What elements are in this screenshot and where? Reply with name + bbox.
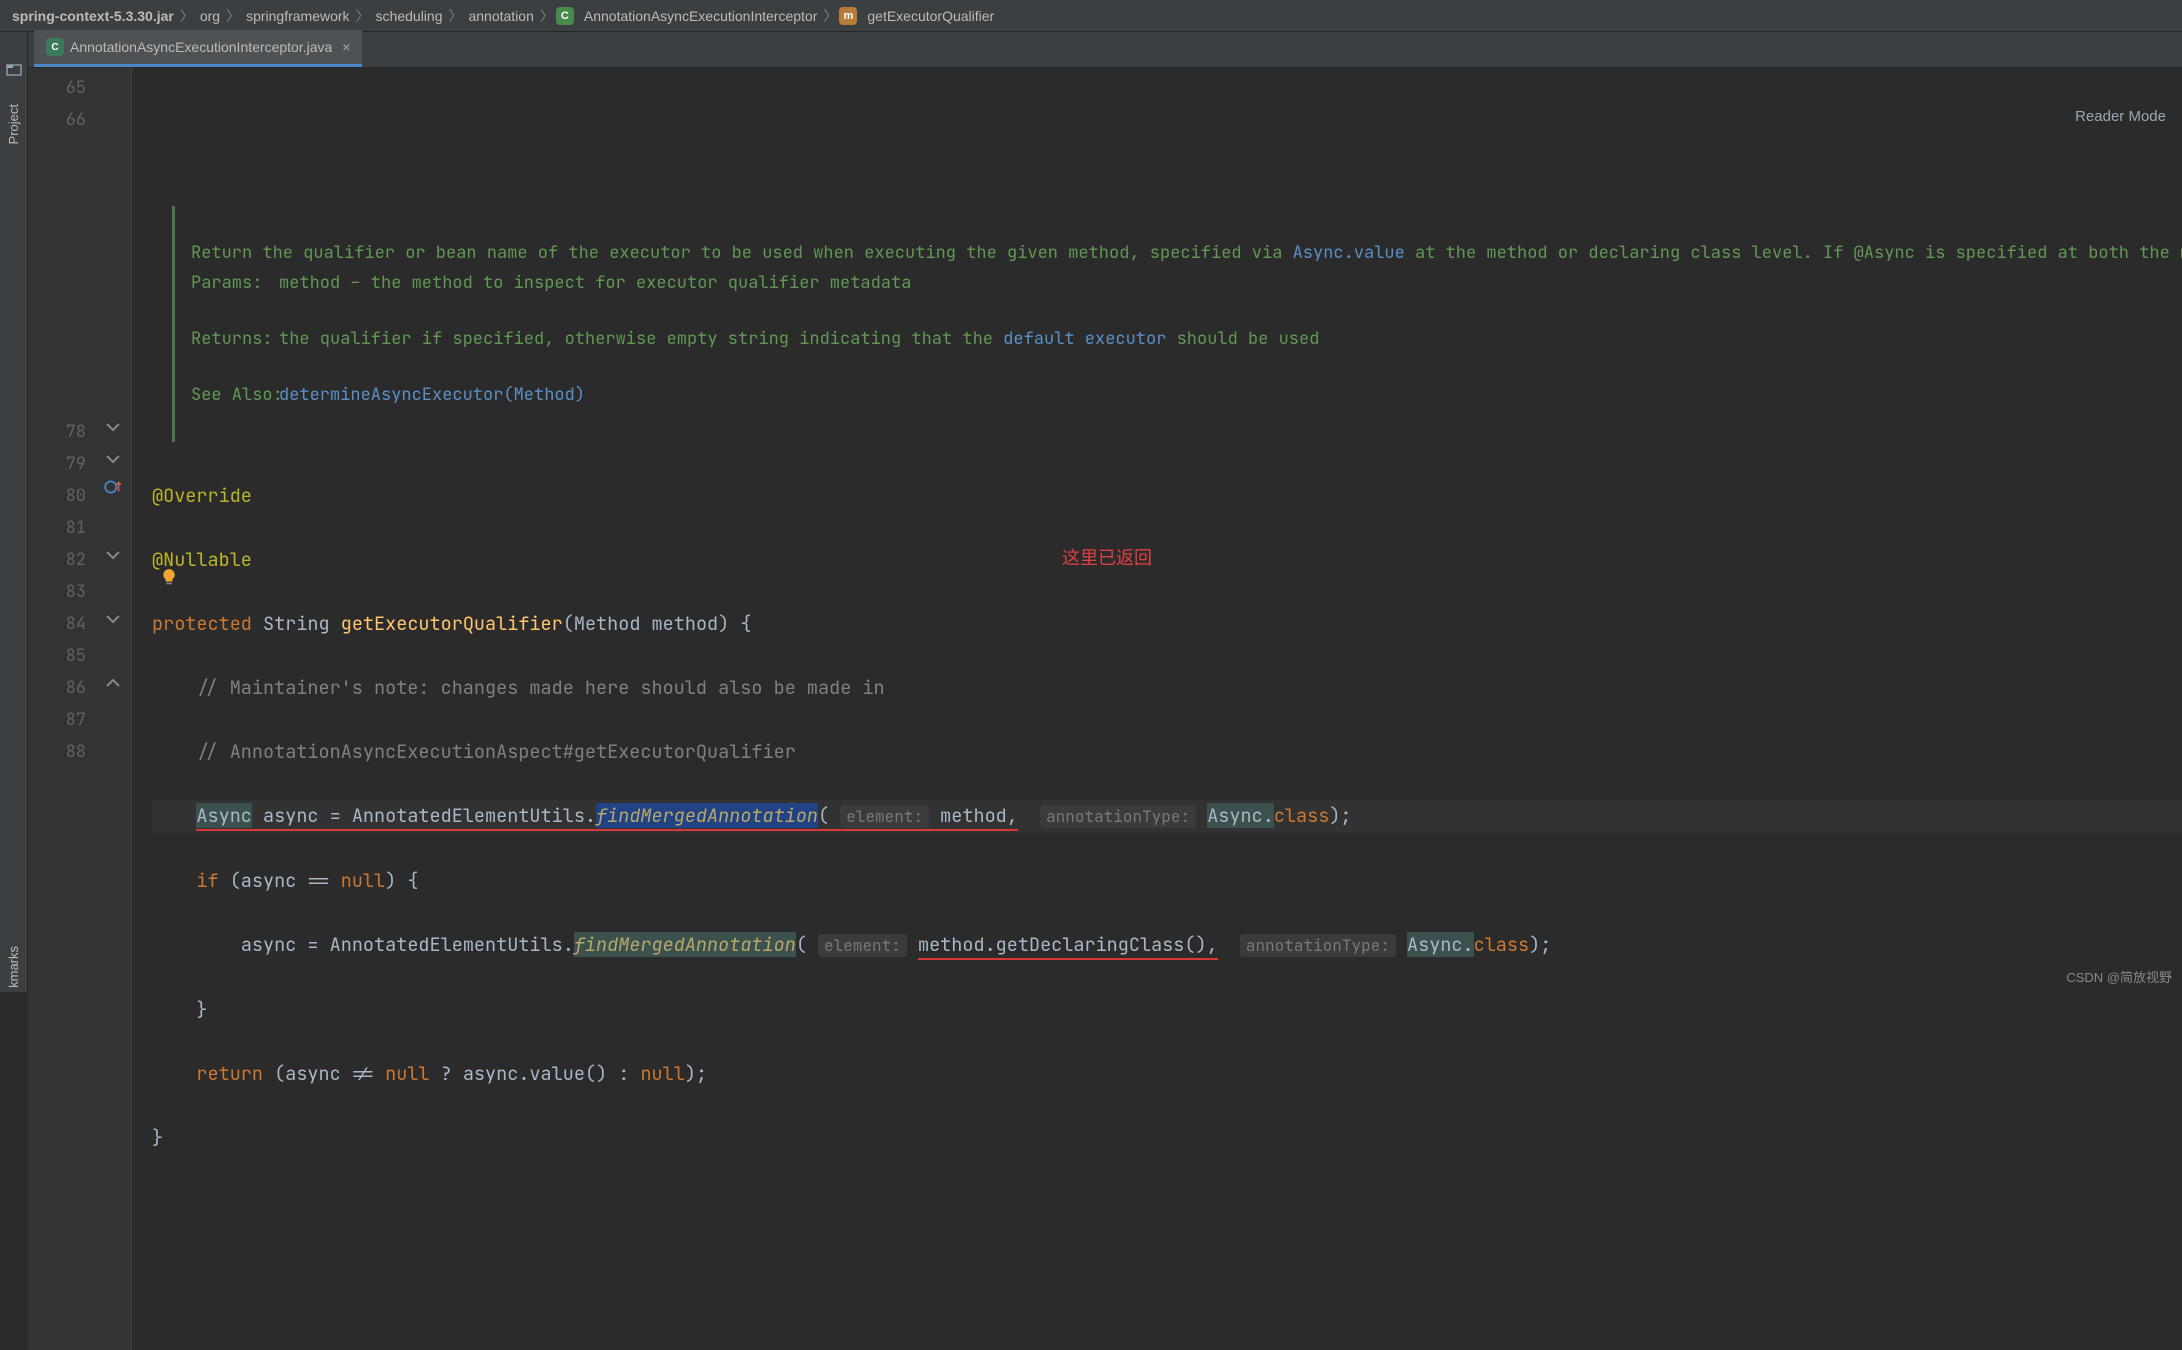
crumb-pkg[interactable]: springframework: [242, 8, 353, 24]
fold-icon[interactable]: [104, 674, 122, 692]
project-tool[interactable]: Project: [6, 104, 21, 144]
fold-icon[interactable]: [104, 610, 122, 628]
override-up-icon[interactable]: [104, 478, 122, 496]
editor[interactable]: Reader Mode 65 66 78 79 80 81 82 83 84 8…: [28, 68, 2182, 1350]
crumb-pkg[interactable]: org: [196, 8, 224, 24]
chevron-icon: 〉: [178, 6, 196, 26]
chevron-icon: 〉: [538, 6, 556, 26]
crumb-pkg[interactable]: annotation: [464, 8, 537, 24]
doc-link[interactable]: default executor: [1003, 328, 1166, 350]
fold-icon[interactable]: [104, 450, 122, 468]
javadoc-block: Return the qualifier or bean name of the…: [172, 206, 1092, 442]
line-gutter: 65 66 78 79 80 81 82 83 84 85 86 87 88: [28, 68, 96, 1350]
chevron-icon: 〉: [354, 6, 372, 26]
breadcrumb-bar: spring-context-5.3.30.jar 〉 org 〉 spring…: [0, 0, 2182, 32]
watermark: CSDN @简放视野: [2066, 967, 2172, 986]
fold-icon[interactable]: [104, 546, 122, 564]
class-icon: C: [556, 7, 574, 25]
gutter-icons: [96, 68, 132, 1350]
chevron-icon: 〉: [446, 6, 464, 26]
crumb-jar[interactable]: spring-context-5.3.30.jar: [8, 8, 178, 24]
java-class-icon: C: [46, 38, 64, 56]
file-tab[interactable]: C AnnotationAsyncExecutionInterceptor.ja…: [34, 30, 362, 67]
fold-icon[interactable]: [104, 418, 122, 436]
intention-bulb-icon[interactable]: [160, 568, 178, 586]
bookmarks-tool[interactable]: kmarks: [6, 946, 21, 988]
user-annotation: 这里已返回: [1062, 542, 1152, 574]
chevron-icon: 〉: [821, 6, 839, 26]
doc-link[interactable]: determineAsyncExecutor(Method): [279, 382, 585, 408]
crumb-method[interactable]: getExecutorQualifier: [863, 8, 998, 24]
code-content[interactable]: Return the qualifier or bean name of the…: [132, 68, 2182, 1350]
tab-label: AnnotationAsyncExecutionInterceptor.java: [70, 39, 332, 55]
doc-link[interactable]: Async.value: [1293, 242, 1405, 264]
crumb-class[interactable]: AnnotationAsyncExecutionInterceptor: [580, 8, 821, 24]
crumb-pkg[interactable]: scheduling: [372, 8, 447, 24]
project-icon: [6, 62, 22, 78]
chevron-icon: 〉: [224, 6, 242, 26]
close-icon[interactable]: ×: [342, 39, 350, 55]
editor-tabs: C AnnotationAsyncExecutionInterceptor.ja…: [28, 32, 2182, 68]
annotation: @Override: [152, 483, 252, 508]
method-icon: m: [839, 7, 857, 25]
tool-sidebar: Project kmarks: [0, 32, 28, 992]
